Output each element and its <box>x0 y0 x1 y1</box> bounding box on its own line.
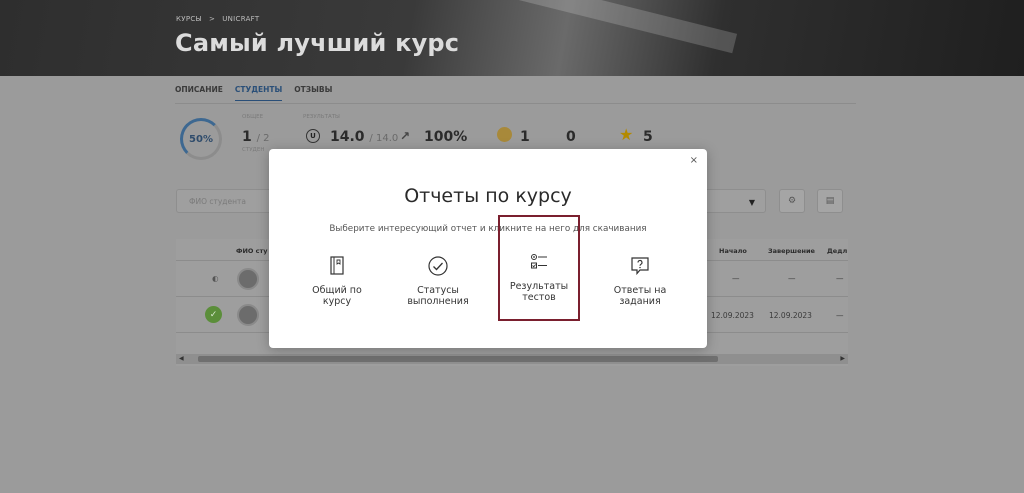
search-placeholder: ФИО студента <box>189 197 246 206</box>
header-name[interactable]: ФИО сту <box>236 247 268 255</box>
star-icon: ★ <box>619 125 634 144</box>
tab-reviews[interactable]: ОТЗЫВЫ <box>294 85 332 101</box>
scroll-left-icon[interactable]: ◀ <box>179 355 184 362</box>
option-label-line1: Ответы на <box>613 285 667 296</box>
stat-score: 14.0 / 14.0 <box>330 129 398 145</box>
horizontal-scrollbar[interactable]: ◀ ▶ <box>176 354 848 364</box>
tabs-divider <box>175 103 856 104</box>
checklist-icon <box>531 254 547 269</box>
check-circle-icon <box>428 256 448 276</box>
question-bubble-icon <box>631 257 649 276</box>
report-completion-statuses[interactable]: Статусы выполнения <box>397 249 479 322</box>
breadcrumb-separator: > <box>209 15 216 23</box>
document-icon: ▤ <box>825 196 835 206</box>
stat-students: 1 / 2 <box>242 129 270 145</box>
chevron-down-icon[interactable]: ▼ <box>749 198 755 207</box>
settings-icon: ⚙ <box>787 196 797 206</box>
row-end: — <box>788 274 796 283</box>
breadcrumb-courses[interactable]: КУРСЫ <box>176 15 202 23</box>
row-start: — <box>732 274 740 283</box>
option-label-line1: Результаты <box>509 281 569 292</box>
stat-results-label: РЕЗУЛЬТАТЫ <box>303 114 340 120</box>
book-icon <box>330 256 344 275</box>
option-label-line2: тестов <box>522 292 556 303</box>
completed-check-icon: ✓ <box>205 306 222 323</box>
trend-icon: ↗ <box>400 129 411 143</box>
option-label-line2: курсу <box>322 296 352 307</box>
breadcrumb: КУРСЫ > UNICRAFT <box>176 15 259 23</box>
tab-description[interactable]: ОПИСАНИЕ <box>175 85 223 101</box>
filter-settings-button[interactable]: ⚙ <box>779 189 805 213</box>
row-start: 12.09.2023 <box>711 311 754 320</box>
header-start[interactable]: Начало <box>719 247 747 255</box>
option-label-line1: Общий по <box>312 285 362 296</box>
score-u-icon: U <box>306 129 320 143</box>
report-test-results[interactable]: Результаты тестов <box>498 215 580 321</box>
header-deadline[interactable]: Дедл <box>827 247 847 255</box>
page-title: Самый лучший курс <box>175 29 460 57</box>
stat-common-label: ОБЩЕЕ <box>242 114 264 120</box>
star-count: 5 <box>643 129 653 145</box>
course-hero-banner: КУРСЫ > UNICRAFT Самый лучший курс <box>0 0 1024 76</box>
scrollbar-thumb[interactable] <box>198 356 718 362</box>
report-task-answers[interactable]: Ответы на задания <box>599 249 681 322</box>
progress-ring: 50% <box>180 118 222 160</box>
breadcrumb-unicraft[interactable]: UNICRAFT <box>222 15 259 23</box>
report-general-course[interactable]: Общий по курсу <box>296 249 378 322</box>
course-tabs: ОПИСАНИЕ СТУДЕНТЫ ОТЗЫВЫ <box>175 85 332 101</box>
option-label-line1: Статусы <box>417 285 459 296</box>
students-value: 1 <box>242 129 252 145</box>
percent-value: 100% <box>424 129 468 145</box>
score-value: 14.0 <box>330 129 365 145</box>
pending-icon: ◐ <box>212 274 219 283</box>
course-reports-modal: × Отчеты по курсу Выберите интересующий … <box>269 149 707 348</box>
option-label-line2: выполнения <box>407 296 469 307</box>
score-total: / 14.0 <box>369 133 399 144</box>
row-end: 12.09.2023 <box>769 311 812 320</box>
export-button[interactable]: ▤ <box>817 189 843 213</box>
modal-subtitle: Выберите интересующий отчет и кликните н… <box>329 224 647 234</box>
students-total: / 2 <box>256 133 270 144</box>
row-deadline: — <box>836 311 844 320</box>
header-end[interactable]: Завершение <box>768 247 815 255</box>
tab-students[interactable]: СТУДЕНТЫ <box>234 85 283 101</box>
medal-count: 1 <box>520 129 530 145</box>
medal-icon <box>497 127 512 142</box>
option-label-line2: задания <box>619 296 661 307</box>
close-icon[interactable]: × <box>690 155 698 166</box>
avatar <box>237 304 259 326</box>
row-deadline: — <box>836 274 844 283</box>
modal-title: Отчеты по курсу <box>404 185 572 207</box>
scroll-right-icon[interactable]: ▶ <box>840 355 845 362</box>
avatar <box>237 268 259 290</box>
progress-percent: 50% <box>189 133 213 145</box>
zero-count: 0 <box>566 129 576 145</box>
students-label: СТУДЕН <box>242 147 265 153</box>
